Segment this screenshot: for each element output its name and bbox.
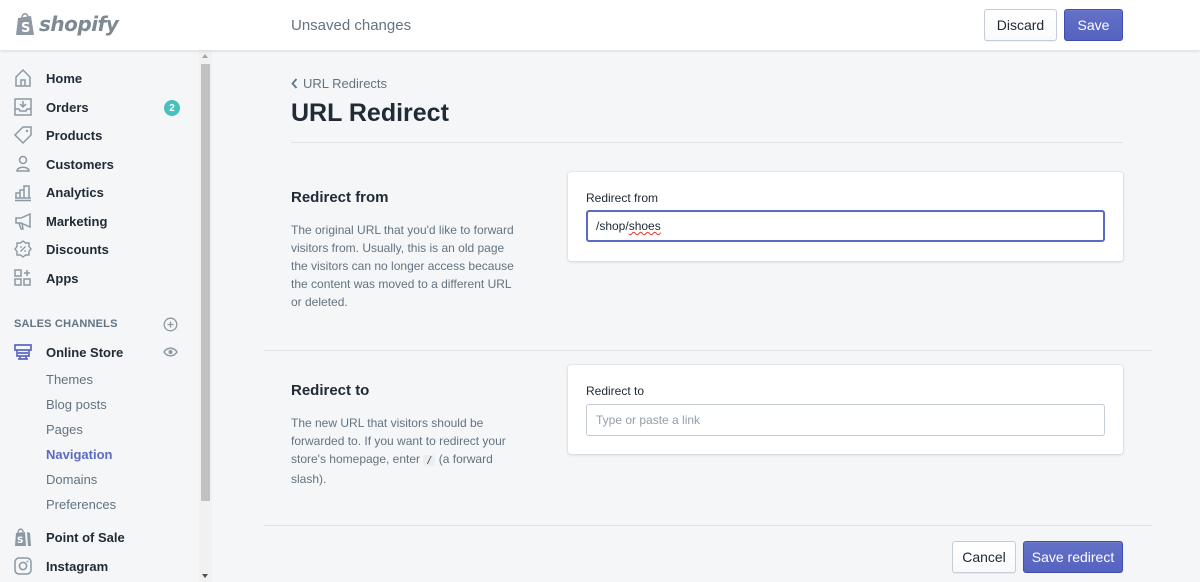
sidebar-item-analytics[interactable]: Analytics xyxy=(0,178,199,206)
sidebar: Home Orders 2 Products Customers Analyti… xyxy=(0,50,212,582)
shopify-logo[interactable]: S shopify xyxy=(14,11,119,37)
redirect-from-description: The original URL that you'd like to forw… xyxy=(291,223,514,309)
sidebar-item-orders[interactable]: Orders 2 xyxy=(0,93,199,121)
apps-icon xyxy=(14,269,31,286)
view-store-eye-icon[interactable] xyxy=(163,346,178,358)
redirect-to-label: Redirect to xyxy=(586,384,645,398)
sidebar-subitem-navigation[interactable]: Navigation xyxy=(46,447,112,462)
instagram-icon xyxy=(14,557,32,575)
footer-divider xyxy=(264,525,1152,526)
orders-count-badge: 2 xyxy=(164,100,180,116)
sidebar-item-customers[interactable]: Customers xyxy=(0,150,199,178)
redirect-from-input[interactable]: /shop/shoes xyxy=(586,210,1105,242)
redirect-from-value-prefix: /shop/ xyxy=(596,219,629,233)
redirect-from-card: Redirect from /shop/shoes xyxy=(568,172,1123,261)
chevron-left-icon xyxy=(291,78,298,89)
sidebar-item-discounts[interactable]: Discounts xyxy=(0,235,199,263)
sidebar-item-label: Online Store xyxy=(46,344,124,360)
redirect-to-description: The new URL that visitors should be forw… xyxy=(291,414,516,488)
megaphone-icon xyxy=(15,212,31,230)
save-button[interactable]: Save xyxy=(1064,9,1123,41)
redirect-to-input[interactable] xyxy=(586,404,1105,436)
sidebar-item-label: Discounts xyxy=(46,241,109,257)
cancel-button[interactable]: Cancel xyxy=(952,541,1016,573)
breadcrumb-label: URL Redirects xyxy=(303,76,388,91)
home-icon xyxy=(15,68,31,87)
save-redirect-button[interactable]: Save redirect xyxy=(1023,541,1123,573)
tag-icon xyxy=(13,126,32,145)
sidebar-item-products[interactable]: Products xyxy=(0,121,199,149)
scrollbar-thumb[interactable] xyxy=(201,64,210,501)
sidebar-item-home[interactable]: Home xyxy=(0,64,199,92)
pos-icon: S xyxy=(15,528,31,546)
sidebar-subitem-blog-posts[interactable]: Blog posts xyxy=(46,397,107,412)
scroll-up-arrow-icon[interactable] xyxy=(202,54,208,58)
sidebar-item-label: Customers xyxy=(46,156,114,172)
sidebar-scrollbar[interactable] xyxy=(199,50,212,582)
sidebar-item-label: Apps xyxy=(46,270,79,286)
sidebar-item-online-store[interactable]: Online Store xyxy=(0,338,199,366)
sidebar-item-label: Marketing xyxy=(46,213,108,229)
sidebar-item-label: Analytics xyxy=(46,184,104,200)
sidebar-item-label: Products xyxy=(46,127,103,143)
analytics-icon xyxy=(15,185,31,202)
orders-icon xyxy=(14,98,32,116)
redirect-from-value-misspelled: shoes xyxy=(628,219,661,233)
redirect-to-card: Redirect to xyxy=(568,365,1123,454)
section-divider xyxy=(264,350,1152,351)
scroll-down-arrow-icon[interactable] xyxy=(202,574,208,578)
sidebar-item-apps[interactable]: Apps xyxy=(0,264,199,292)
sidebar-item-instagram[interactable]: Instagram xyxy=(0,552,199,580)
customer-icon xyxy=(16,155,30,172)
sidebar-subitem-domains[interactable]: Domains xyxy=(46,472,97,487)
sidebar-item-label: Home xyxy=(46,70,83,86)
discard-button[interactable]: Discard xyxy=(984,9,1057,41)
sidebar-subitem-preferences[interactable]: Preferences xyxy=(46,497,116,512)
unsaved-changes-label: Unsaved changes xyxy=(291,17,412,34)
redirect-from-heading: Redirect from xyxy=(291,189,389,206)
sidebar-item-label: Instagram xyxy=(46,558,109,574)
page-title: URL Redirect xyxy=(291,99,449,127)
forward-slash-code: / xyxy=(423,455,436,466)
sidebar-subitem-themes[interactable]: Themes xyxy=(46,372,93,387)
sidebar-item-label: Orders xyxy=(46,99,89,115)
redirect-from-label: Redirect from xyxy=(586,191,659,205)
discount-icon xyxy=(14,240,32,258)
sidebar-item-point-of-sale[interactable]: S Point of Sale xyxy=(0,523,199,551)
add-sales-channel-icon[interactable] xyxy=(163,317,178,332)
brand-name: shopify xyxy=(39,12,119,36)
sales-channels-heading: SALES CHANNELS xyxy=(14,318,118,330)
svg-text:S: S xyxy=(17,536,23,546)
sidebar-item-marketing[interactable]: Marketing xyxy=(0,207,199,235)
title-divider xyxy=(291,142,1123,143)
top-bar: S shopify Unsaved changes Discard Save xyxy=(0,0,1200,50)
sidebar-subitem-pages[interactable]: Pages xyxy=(46,422,83,437)
redirect-to-heading: Redirect to xyxy=(291,382,370,399)
online-store-icon xyxy=(14,344,32,360)
sidebar-item-label: Point of Sale xyxy=(46,529,125,545)
breadcrumb-url-redirects[interactable]: URL Redirects xyxy=(291,76,387,91)
shopify-bag-icon: S xyxy=(16,12,34,36)
svg-text:S: S xyxy=(21,21,30,36)
